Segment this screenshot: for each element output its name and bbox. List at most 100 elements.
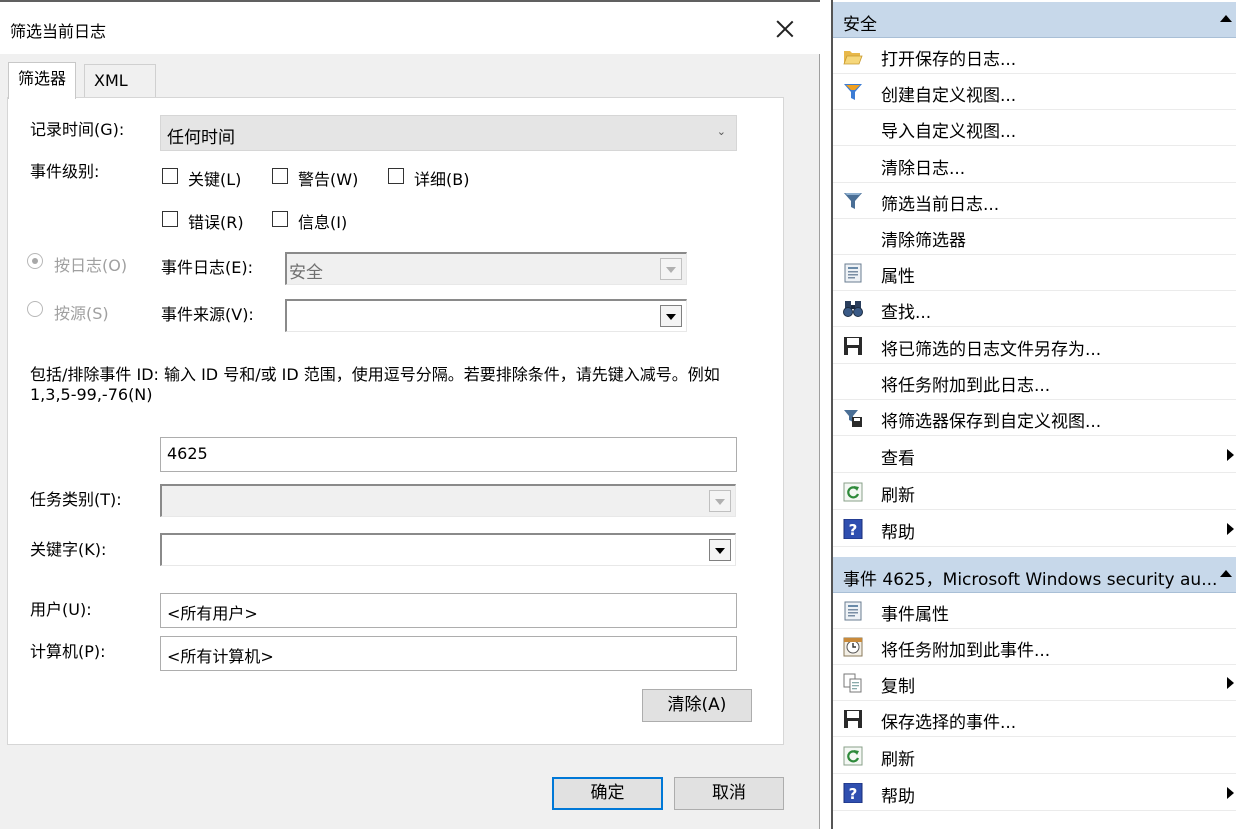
radio-by-log[interactable] [27,253,43,269]
save-icon [844,337,862,355]
action-clear-log[interactable]: 清除日志... [833,147,1236,183]
refresh-icon [843,746,863,766]
funnel-color-icon [844,84,862,100]
action-import-custom-view[interactable]: 导入自定义视图... [833,110,1236,146]
ok-button[interactable]: 确定 [552,777,663,810]
action-label: 筛选当前日志... [881,195,1000,215]
section-header-event[interactable]: 事件 4625，Microsoft Windows security au... [833,557,1236,593]
action-label: 帮助 [881,523,915,543]
computer-label: 计算机(P): [30,642,106,661]
properties-icon [844,601,862,621]
action-label: 保存选择的事件... [881,713,1017,733]
action-save-filtered-log[interactable]: 将已筛选的日志文件另存为... [833,328,1236,364]
checkbox-critical[interactable] [162,168,178,184]
checkbox-warning-label: 警告(W) [298,170,359,189]
task-category-label: 任务类别(T): [30,490,122,509]
action-save-filter-custom-view[interactable]: 将筛选器保存到自定义视图... [833,400,1236,436]
action-filter-current-log[interactable]: 筛选当前日志... [833,183,1236,219]
tab-filter[interactable]: 筛选器 [8,62,77,99]
radio-by-source[interactable] [27,301,43,317]
help-icon: ? [843,519,863,539]
action-label: 打开保存的日志... [881,50,1017,70]
checkbox-error[interactable] [162,211,178,227]
checkbox-warning[interactable] [272,168,288,184]
actions-pane: 安全 打开保存的日志... 创建自定义视图... 导入自定义视图... 清除日志… [831,0,1236,829]
action-label: 复制 [881,677,915,697]
checkbox-information-label: 信息(I) [298,213,348,232]
dialog-titlebar: 筛选当前日志 [0,0,820,54]
section-header-security[interactable]: 安全 [833,2,1236,38]
action-label: 查找... [881,303,932,323]
svg-text:?: ? [849,785,858,803]
section-title: 安全 [843,15,877,35]
properties-icon [844,263,862,283]
action-label: 属性 [881,267,915,287]
filter-dialog: 筛选当前日志 筛选器 XML 记录时间(G): 任何时间 ⌄ 事件级别: 关键(… [0,0,820,829]
action-label: 事件属性 [881,605,949,625]
action-attach-task-event[interactable]: 将任务附加到此事件... [833,629,1236,665]
action-refresh[interactable]: 刷新 [833,474,1236,510]
submenu-arrow-icon [1227,787,1234,799]
clear-button[interactable]: 清除(A) [642,689,752,722]
save-icon [844,710,862,728]
logged-select[interactable]: 任何时间 ⌄ [160,115,737,151]
action-help-event[interactable]: ? 帮助 [833,775,1236,811]
event-sources-label: 事件来源(V): [161,305,254,324]
binoculars-icon [843,301,863,317]
submenu-arrow-icon [1227,449,1234,461]
action-label: 刷新 [881,486,915,506]
event-logs-value: 安全 [289,263,323,283]
task-category-combo[interactable] [160,484,736,517]
action-properties[interactable]: 属性 [833,255,1236,291]
collapse-icon [1220,570,1232,577]
dropdown-arrow-icon [709,539,731,561]
user-input[interactable]: <所有用户> [160,593,737,628]
checkbox-error-label: 错误(R) [188,213,244,232]
action-save-selected-events[interactable]: 保存选择的事件... [833,701,1236,737]
section-title: 事件 4625，Microsoft Windows security au... [843,570,1218,590]
keywords-label: 关键字(K): [30,540,107,559]
logged-label: 记录时间(G): [30,120,125,139]
radio-by-log-label: 按日志(O) [54,256,128,275]
tab-xml[interactable]: XML [84,64,156,98]
keywords-combo[interactable] [160,533,736,566]
dropdown-arrow-icon [660,305,682,327]
svg-text:?: ? [849,521,858,539]
action-label: 导入自定义视图... [881,122,1017,142]
radio-by-source-label: 按源(S) [54,304,109,323]
action-find[interactable]: 查找... [833,291,1236,327]
action-copy[interactable]: 复制 [833,665,1236,701]
action-label: 将筛选器保存到自定义视图... [881,412,1102,432]
action-clear-filter[interactable]: 清除筛选器 [833,219,1236,255]
checkbox-critical-label: 关键(L) [188,170,242,189]
action-view[interactable]: 查看 [833,437,1236,473]
computer-input[interactable]: <所有计算机> [160,636,737,671]
action-event-properties[interactable]: 事件属性 [833,593,1236,629]
checkbox-verbose[interactable] [388,168,404,184]
event-id-input[interactable]: 4625 [160,437,737,472]
chevron-down-icon: ⌄ [716,125,726,138]
dropdown-arrow-icon [709,490,731,512]
filter-save-icon [844,410,862,427]
checkbox-information[interactable] [272,211,288,227]
action-create-custom-view[interactable]: 创建自定义视图... [833,74,1236,110]
event-logs-label: 事件日志(E): [161,258,253,277]
action-label: 将已筛选的日志文件另存为... [881,340,1102,360]
cancel-button[interactable]: 取消 [674,777,784,810]
event-sources-combo[interactable] [285,299,687,332]
submenu-arrow-icon [1227,523,1234,535]
action-refresh-event[interactable]: 刷新 [833,738,1236,774]
action-attach-task-log[interactable]: 将任务附加到此日志... [833,364,1236,400]
event-id-description: 包括/排除事件 ID: 输入 ID 号和/或 ID 范围，使用逗号分隔。若要排除… [30,365,720,404]
collapse-icon [1220,15,1232,22]
dialog-title: 筛选当前日志 [10,22,107,41]
task-clock-icon [843,637,863,657]
action-label: 将任务附加到此日志... [881,376,1051,396]
action-open-saved-log[interactable]: 打开保存的日志... [833,38,1236,74]
action-label: 刷新 [881,750,915,770]
action-help[interactable]: ? 帮助 [833,511,1236,547]
close-icon[interactable] [772,16,798,42]
folder-open-icon [843,51,863,65]
event-logs-combo[interactable]: 安全 [285,252,687,285]
submenu-arrow-icon [1227,677,1234,689]
